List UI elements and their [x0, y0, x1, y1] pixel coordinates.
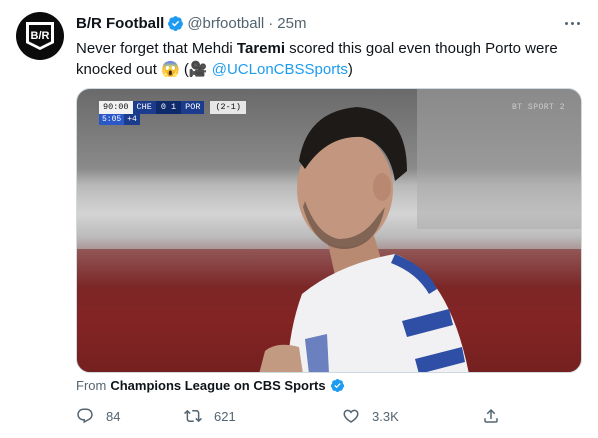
reply-icon	[77, 408, 93, 424]
tweet-text-bold: Taremi	[236, 40, 285, 57]
scorebug: 90:00 CHE 0 1 POR (2-1) 5:05 +4	[99, 101, 246, 125]
video-frame-image	[77, 89, 581, 372]
verified-badge-icon	[168, 15, 184, 31]
mention-link[interactable]: @UCLonCBSSports	[212, 61, 348, 78]
verified-badge-icon	[330, 378, 344, 393]
video-thumbnail[interactable]: 90:00 CHE 0 1 POR (2-1) 5:05 +4 BT SPORT…	[76, 88, 582, 373]
like-button[interactable]: 3.3K	[342, 404, 399, 428]
match-score: 0 1	[155, 101, 182, 114]
away-team: POR	[181, 101, 205, 114]
share-button[interactable]	[482, 404, 512, 428]
header-separator: ·	[268, 14, 274, 32]
tweet-text-part1: Never forget that Mehdi	[76, 40, 237, 57]
retweet-button[interactable]: 621	[184, 404, 236, 428]
retweet-icon	[184, 409, 202, 423]
author-handle[interactable]: @brfootball	[187, 15, 264, 32]
tweet-action-bar: 84 621 3.3K	[76, 404, 516, 428]
like-count: 3.3K	[372, 408, 399, 424]
svg-text:B/R: B/R	[31, 30, 50, 42]
aggregate-score: (2-1)	[210, 101, 246, 114]
more-options-button[interactable]	[560, 12, 584, 34]
match-clock: 90:00	[99, 101, 133, 114]
media-attribution: From Champions League on CBS Sports	[76, 378, 348, 393]
tweet-text: Never forget that Mehdi Taremi scored th…	[76, 38, 576, 80]
added-time: 5:05	[99, 114, 125, 125]
tweet-header: B/R Football @brfootball · 25m	[76, 12, 306, 34]
avatar[interactable]: B/R	[16, 12, 64, 60]
reply-count: 84	[106, 408, 121, 424]
author-name[interactable]: B/R Football	[76, 15, 164, 32]
tweet-text-part3: )	[347, 61, 353, 78]
source-account-link[interactable]: Champions League on CBS Sports	[110, 378, 325, 393]
reply-button[interactable]: 84	[76, 404, 120, 428]
home-team: CHE	[132, 101, 156, 114]
share-icon	[484, 408, 498, 423]
tweet-timestamp[interactable]: 25m	[277, 15, 306, 32]
broadcast-tag: BT SPORT 2	[511, 103, 565, 112]
like-icon	[343, 409, 359, 423]
added-extra: +4	[124, 114, 140, 125]
more-icon	[564, 21, 568, 25]
from-label: From	[76, 378, 107, 393]
br-logo-icon: B/R	[26, 22, 54, 50]
retweet-count: 621	[214, 408, 236, 424]
